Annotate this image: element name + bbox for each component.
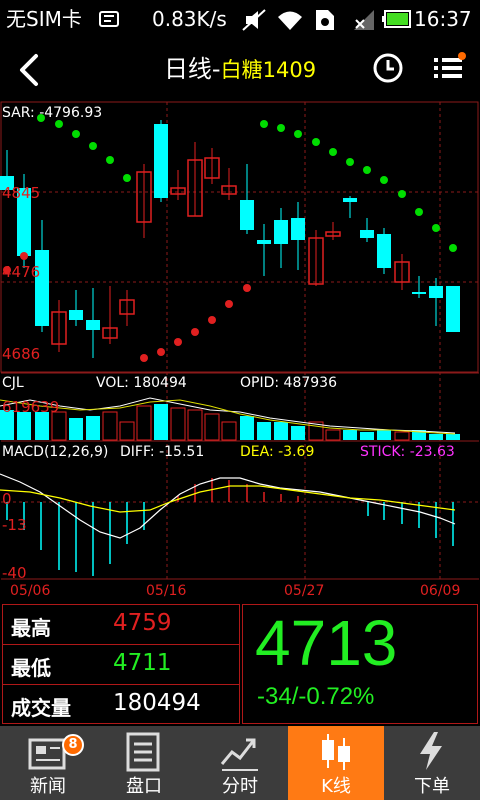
- page-title: 日线-白糖1409: [0, 52, 480, 87]
- date-label: 05/06: [10, 583, 51, 599]
- title-bar: 日线-白糖1409: [0, 38, 480, 100]
- macd-diff-line: [0, 473, 456, 539]
- volume-label: 成交量: [11, 696, 71, 720]
- date-label: 06/09: [420, 583, 461, 599]
- price-axis-label: 4476: [2, 263, 41, 281]
- news-icon: [28, 738, 66, 770]
- macd-stick-value: STICK: -23.63: [360, 444, 455, 460]
- high-row: 最高 4759: [3, 605, 239, 645]
- volume-ma-line-2: [0, 399, 456, 435]
- nav-kline[interactable]: K线: [288, 726, 384, 800]
- nav-timeshare[interactable]: 分时: [192, 726, 288, 800]
- battery-icon: [382, 10, 411, 28]
- clock-icon[interactable]: [372, 52, 404, 84]
- macd-sticks: [6, 502, 454, 576]
- low-value: 4711: [113, 650, 172, 676]
- carrier-text: 无SIM卡: [6, 7, 82, 31]
- nav-label-orderbook: 盘口: [126, 776, 162, 797]
- wifi-icon: [278, 11, 302, 30]
- bottom-nav: 8 新闻 盘口 分时 K线 下单: [0, 726, 480, 800]
- macd-axis-label: 0: [2, 490, 12, 508]
- lightning-icon: [420, 732, 442, 770]
- title-period: 日线-: [163, 55, 221, 83]
- macd-indicator-name: MACD(12,26,9): [2, 444, 109, 460]
- low-row: 最低 4711: [3, 645, 239, 685]
- quote-stats-table: 最高 4759 最低 4711 成交量 180494: [2, 604, 240, 724]
- nav-label-timeshare: 分时: [222, 776, 258, 797]
- high-label: 最高: [11, 616, 51, 640]
- title-symbol: 白糖1409: [220, 58, 317, 82]
- macd-sticks-positive: [177, 478, 299, 502]
- high-value: 4759: [113, 610, 172, 636]
- menu-icon[interactable]: [432, 52, 468, 84]
- sar-label: SAR: -4796.93: [2, 105, 103, 121]
- volume-value: VOL: 180494: [96, 375, 187, 391]
- price-axis-label: 4686: [2, 345, 41, 363]
- volume-indicator-name: CJL: [2, 375, 24, 391]
- macd-diff-value: DIFF: -15.51: [120, 444, 205, 460]
- macd-dea-value: DEA: -3.69: [240, 444, 315, 460]
- clock: 16:37: [414, 7, 472, 31]
- price-axis-label: 4845: [2, 184, 41, 202]
- nav-label-order: 下单: [414, 776, 450, 797]
- nav-label-news: 新闻: [30, 776, 66, 797]
- date-label: 05/27: [284, 583, 325, 599]
- kline-chart[interactable]: SAR: -4796.93 4845 4476 4686 CJL VOL: 18…: [0, 100, 480, 602]
- macd-axis-label: -13: [2, 516, 27, 534]
- open-interest-value: OPID: 487936: [240, 375, 337, 391]
- price-panel-frame: [0, 101, 479, 373]
- quote-info-panel: 最高 4759 最低 4711 成交量 180494 4713 -34/-0.7…: [0, 602, 480, 726]
- last-price-box: 4713 -34/-0.72%: [242, 604, 478, 724]
- sim-card-icon: [316, 10, 334, 30]
- kline-chart-canvas[interactable]: [0, 100, 480, 602]
- volume-total-value: 180494: [113, 690, 201, 716]
- low-label: 最低: [11, 656, 51, 680]
- nav-label-kline: K线: [321, 776, 351, 797]
- volume-axis-label: 619639: [2, 398, 60, 416]
- orderbook-icon: [126, 732, 160, 772]
- volume-ma-line: [0, 397, 456, 434]
- last-price: 4713: [255, 607, 398, 679]
- signal-icon: [354, 10, 374, 30]
- macd-dea-line: [0, 485, 456, 513]
- news-badge: 8: [62, 734, 84, 756]
- candle: [446, 286, 460, 332]
- price-change: -34/-0.72%: [257, 683, 375, 710]
- candlesticks: [0, 120, 460, 358]
- date-label: 05/16: [146, 583, 187, 599]
- status-bar: 无SIM卡 0.83K/s 16:37: [0, 0, 480, 38]
- line-chart-icon: [220, 738, 258, 771]
- notification-icon: [99, 11, 119, 27]
- nav-orderbook[interactable]: 盘口: [96, 726, 192, 800]
- nav-order[interactable]: 下单: [384, 726, 480, 800]
- mute-icon: [242, 9, 266, 31]
- network-speed: 0.83K/s: [152, 7, 227, 31]
- volume-row: 成交量 180494: [3, 685, 239, 725]
- candlestick-icon: [322, 734, 350, 770]
- nav-news[interactable]: 8 新闻: [0, 726, 96, 800]
- macd-axis-label: -40: [2, 564, 27, 582]
